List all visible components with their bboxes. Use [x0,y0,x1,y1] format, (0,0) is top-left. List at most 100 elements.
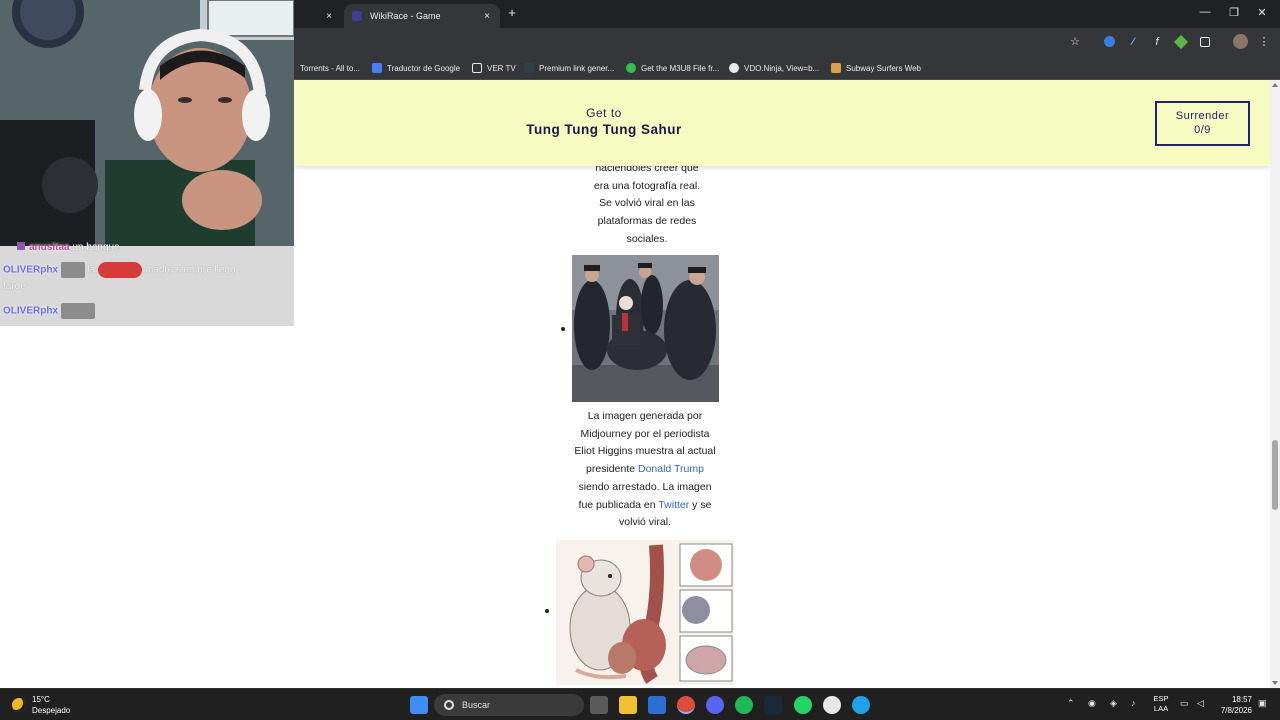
bookmark-label: Subway Surfers Web [846,63,921,73]
scroll-down-icon[interactable] [1272,681,1278,685]
goal-target: Tung Tung Tung Sahur [526,122,682,137]
profile-avatar[interactable] [1233,34,1248,49]
search-icon [444,700,454,710]
windows-start-icon[interactable] [410,696,428,714]
search-placeholder: Buscar [462,700,491,710]
puzzle-icon[interactable] [1197,34,1213,50]
emote-icon [60,262,85,278]
caption-line: Midjourney por el periodista [580,427,710,440]
caption-line: plataformas de redes [597,215,697,228]
language-indicator[interactable]: ESP LAA [1150,694,1172,714]
caption-text: fue publicada en [578,498,659,511]
spotify-icon[interactable] [735,696,753,714]
file-explorer-icon[interactable] [619,696,637,714]
tab-close-icon[interactable]: × [322,11,336,22]
list-bullet [561,327,565,331]
menu-icon[interactable]: ⋮ [1256,34,1272,50]
bookmark-item[interactable]: Traductor de Google [372,61,460,75]
caption-line: presidente Donald Trump [556,461,734,479]
obs-icon[interactable] [823,696,841,714]
bookmark-label: Torrents - All to... [300,63,361,73]
goal-display: Get to Tung Tung Tung Sahur [494,106,714,137]
trump-arrest-image[interactable] [572,255,719,402]
store-icon[interactable] [648,696,666,714]
chat-message: OLIVERphx la madre siempre llego [3,262,236,278]
chat-message: anusitaa un banque [3,242,120,253]
caption-line: volvió viral. [619,516,671,529]
goal-prefix: Get to [586,106,622,120]
language-code: ESP [1153,694,1169,703]
steam-icon[interactable] [764,696,782,714]
bookmark-item[interactable]: VDO.Ninja, View=b... [729,61,819,75]
webcam-overlay [0,0,294,246]
tab-wikirace[interactable]: WikiRace - Game × [344,4,500,28]
minimize-button[interactable]: — [1197,6,1213,18]
bookmark-label: VDO.Ninja, View=b... [744,63,820,73]
discord-icon[interactable] [706,696,724,714]
chat-text: un banque [72,242,120,253]
surrender-button[interactable]: Surrender 0/9 [1155,101,1250,146]
volume-icon[interactable]: ◁ [1197,698,1204,709]
link-icon [524,63,534,73]
bookmark-item[interactable]: Get the M3U8 File fr... [626,61,719,75]
bookmark-item[interactable]: Torrents - All to... [300,61,360,75]
image-caption: haciéndoles creer que era una fotografía… [552,160,742,249]
restore-button[interactable]: ❐ [1226,6,1242,19]
edge-icon[interactable] [852,696,870,714]
system-clock[interactable]: 18:57 7/8/2026 [1210,694,1252,716]
surrender-label: Surrender [1175,110,1230,122]
new-tab-button[interactable]: + [505,5,519,21]
bookmark-label: Get the M3U8 File fr... [641,63,720,73]
donald-trump-link[interactable]: Donald Trump [638,463,704,475]
task-view-icon[interactable] [590,696,608,714]
page-scrollbar[interactable] [1270,80,1280,688]
microphone-icon[interactable]: ♪ [1131,698,1136,708]
network-icon[interactable]: ▭ [1180,698,1189,709]
m3u8-icon [626,63,636,73]
extension-icon[interactable] [1173,34,1189,50]
whatsapp-icon[interactable] [794,696,812,714]
chat-text: la [87,264,96,276]
tab-previous[interactable]: × [294,4,342,28]
steam-tray-icon[interactable]: ◉ [1088,698,1096,709]
bookmark-item[interactable]: Premium link gener... [524,61,614,75]
game-banner: Get to Tung Tung Tung Sahur Surrender 0/… [294,80,1270,166]
folder-icon [472,63,482,73]
discord-tray-icon[interactable]: ◈ [1110,698,1117,709]
chat-text: madre siempre llego [144,264,236,276]
moon-icon [12,698,26,712]
scroll-up-icon[interactable] [1272,83,1278,87]
chevron-up-icon[interactable]: ⌃ [1067,698,1075,709]
taskbar-search[interactable]: Buscar [434,694,584,716]
bookmark-label: VER TV [487,63,516,73]
twitter-link[interactable]: Twitter [658,499,689,511]
caption-line: sociales. [626,232,668,245]
extension-icon[interactable]: f [1149,34,1165,50]
badge-icon [17,242,25,250]
tab-close-icon[interactable]: × [480,11,494,22]
star-icon[interactable]: ☆ [1067,34,1083,50]
scrollbar-thumb[interactable] [1272,440,1278,510]
chat-text: tarde [3,281,26,292]
chrome-icon[interactable] [677,696,695,714]
wikipedia-article: haciéndoles creer que era una fotografía… [294,80,1270,688]
temperature: 15°C [32,695,50,704]
notification-icon[interactable]: ▣ [1258,698,1267,709]
rat-diagram-image[interactable] [556,540,734,685]
page-viewport: haciéndoles creer que era una fotografía… [294,80,1270,688]
chat-username: OLIVERphx [3,264,59,276]
weather-widget[interactable]: 15°C Despejado [12,694,70,716]
bookmark-item[interactable]: VER TV [472,61,516,75]
bookmark-item[interactable]: Subway Surfers Web [831,61,921,75]
extension-icon[interactable] [1101,34,1117,50]
windows-taskbar: 15°C Despejado Buscar ⌃ ◉ ◈ ♪ ESP LAA ▭ … [0,688,1280,720]
extension-icon[interactable]: ⁄ [1125,34,1141,50]
clock-time: 18:57 [1231,695,1252,704]
close-window-button[interactable]: ✕ [1254,6,1270,19]
wikirace-favicon-icon [352,11,362,21]
bookmark-label: Premium link gener... [539,63,615,73]
keyboard-layout: LAA [1153,704,1169,713]
chat-username: anusitaa [29,242,70,253]
weather-condition: Despejado [32,706,71,715]
chat-message: OLIVERphx [3,303,95,319]
